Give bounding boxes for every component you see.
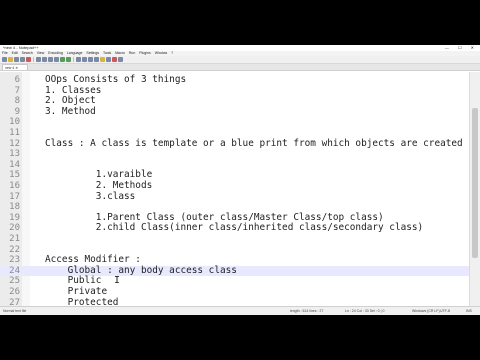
line-number: 16	[9, 181, 20, 191]
menu-tools[interactable]: Tools	[103, 51, 111, 55]
menu-edit[interactable]: Edit	[12, 51, 18, 55]
menu-language[interactable]: Language	[67, 51, 83, 55]
code-text: Private	[45, 286, 108, 297]
line-number: 6	[14, 75, 20, 85]
line-number: 26	[9, 287, 20, 297]
find-icon[interactable]	[76, 57, 81, 62]
code-text: 2.child Class(inner class/inherited clas…	[45, 222, 424, 234]
window-controls[interactable]: — ☐ ✕	[445, 45, 478, 51]
code-line[interactable]: 11	[0, 128, 470, 139]
save-all-icon[interactable]	[20, 57, 25, 62]
status-file-type: Normal text file	[3, 309, 27, 313]
open-folder-icon[interactable]	[8, 57, 13, 62]
undo-icon[interactable]	[60, 57, 65, 62]
record-macro-icon[interactable]	[112, 57, 117, 62]
status-encoding: UTF-8	[440, 309, 450, 313]
line-number: 17	[9, 191, 20, 202]
code-text: 3. Method	[45, 105, 96, 117]
zoom-in-icon[interactable]	[88, 57, 93, 62]
code-text: 2. Methods	[45, 180, 153, 191]
line-number: 7	[14, 85, 20, 96]
tab-new-4[interactable]: new 4 ✕	[2, 64, 28, 70]
play-macro-icon[interactable]	[118, 57, 123, 62]
new-file-icon[interactable]	[2, 57, 7, 62]
menu-search[interactable]: Search	[22, 51, 33, 55]
line-number: 24	[9, 265, 20, 276]
print-icon[interactable]	[36, 57, 41, 62]
line-number: 23	[9, 255, 20, 266]
line-number: 10	[9, 117, 20, 128]
line-number: 20	[9, 223, 20, 234]
paste-icon[interactable]	[54, 57, 59, 62]
line-number: 18	[9, 202, 20, 213]
replace-icon[interactable]	[82, 57, 87, 62]
indent-guide-icon[interactable]	[106, 57, 111, 62]
code-line[interactable]: 13	[0, 149, 470, 160]
toolbar-separator	[33, 57, 34, 62]
code-line[interactable]: 21	[0, 234, 470, 245]
status-length: length : 614 lines : 27	[290, 309, 324, 313]
menu-help[interactable]: ?	[171, 51, 173, 55]
menu-run[interactable]: Run	[129, 51, 135, 55]
title-bar: *new 4 - Notepad++ — ☐ ✕	[0, 45, 480, 51]
code-line[interactable]: 16 2. Methods	[0, 180, 470, 192]
line-number: 11	[9, 128, 20, 138]
redo-icon[interactable]	[66, 57, 71, 62]
close-file-icon[interactable]	[26, 57, 31, 62]
line-number: 13	[9, 149, 20, 160]
save-icon[interactable]	[14, 57, 19, 62]
zoom-out-icon[interactable]	[94, 57, 99, 62]
status-eol: Windows (CR LF)	[412, 309, 440, 313]
menu-macro[interactable]: Macro	[115, 51, 125, 55]
vertical-scrollbar[interactable]	[469, 72, 480, 307]
status-insert-mode: INS	[466, 309, 472, 313]
code-line[interactable]: 17 3.class	[0, 190, 470, 203]
code-editor[interactable]: 6 OOps Consists of 3 things 7 1. Classes 8 2.…	[0, 72, 480, 308]
line-number: 21	[9, 234, 20, 244]
code-text: OOps Consists of 3 things	[45, 74, 187, 85]
line-number: 25	[9, 276, 20, 287]
copy-icon[interactable]	[48, 57, 53, 62]
line-number: 22	[9, 244, 20, 255]
code-line[interactable]: 10	[0, 117, 470, 128]
scrollbar-thumb[interactable]	[472, 108, 478, 258]
line-number: 15	[9, 170, 20, 181]
mouse-text-cursor-icon: I	[114, 275, 121, 286]
status-bar: Normal text file length : 614 lines : 27…	[0, 306, 480, 315]
window-title: *new 4 - Notepad++	[3, 45, 39, 50]
word-wrap-icon[interactable]	[100, 57, 105, 62]
code-text: 3.class	[45, 190, 136, 202]
menu-file[interactable]: File	[2, 51, 8, 55]
toolbar-separator	[73, 57, 74, 62]
line-number: 9	[14, 106, 20, 117]
code-line[interactable]: 12 Class : A class is template or a blue …	[0, 137, 470, 150]
tab-bar: new 4 ✕	[0, 64, 480, 71]
code-line[interactable]: 26 Private	[0, 286, 470, 298]
code-line[interactable]: 9 3. Method	[0, 105, 470, 118]
line-number: 12	[9, 138, 20, 149]
menu-encoding[interactable]: Encoding	[48, 51, 63, 55]
line-number: 19	[9, 212, 20, 223]
cut-icon[interactable]	[42, 57, 47, 62]
line-number: 8	[14, 96, 20, 107]
menu-view[interactable]: View	[37, 51, 45, 55]
menu-plugins[interactable]: Plugins	[139, 51, 150, 55]
editor-window: *new 4 - Notepad++ — ☐ ✕ File Edit Searc…	[0, 45, 480, 315]
toolbar	[0, 56, 480, 64]
menu-window[interactable]: Window	[155, 51, 167, 55]
status-position: Ln : 24 Col : 33 Sel : 0 | 0	[345, 309, 385, 313]
code-text: Class : A class is template or a blue pr…	[45, 137, 463, 149]
code-line[interactable]: 20 2.child Class(inner class/inherited c…	[0, 223, 470, 234]
line-number: 14	[9, 159, 20, 170]
code-line[interactable]: 6 OOps Consists of 3 things	[0, 74, 470, 86]
menu-settings[interactable]: Settings	[86, 51, 99, 55]
